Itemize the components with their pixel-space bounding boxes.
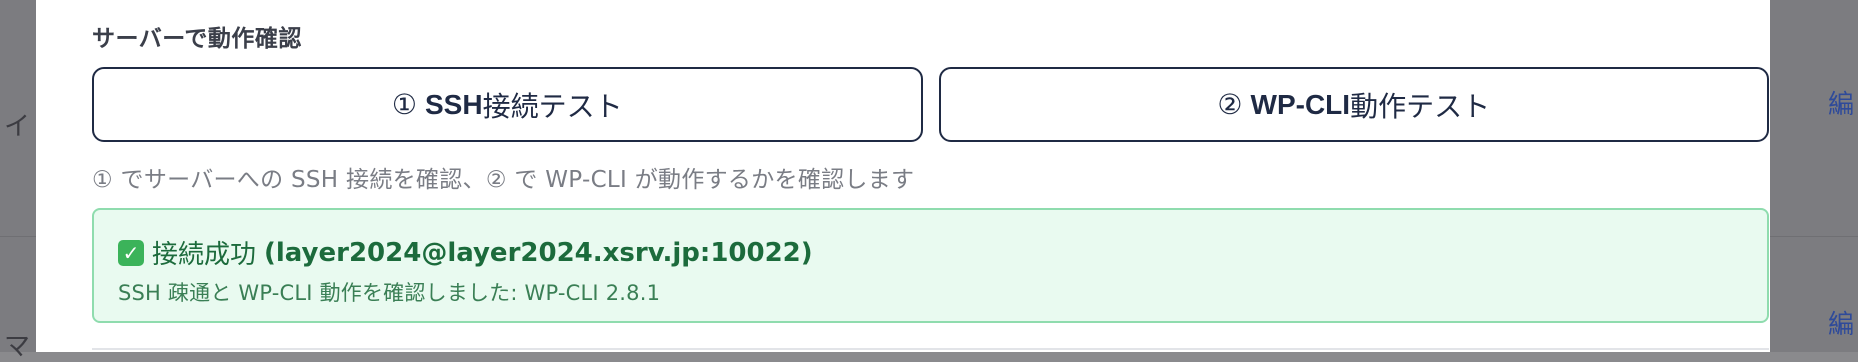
button-label-strong: WP-CLI <box>1250 88 1351 120</box>
backdrop-left-column <box>0 0 36 352</box>
test-button-row: ① SSH 接続テスト ② WP-CLI 動作テスト <box>92 67 1769 144</box>
section-divider <box>92 348 1769 350</box>
backdrop-row-label: マ <box>4 332 31 362</box>
test-result-panel: ✓ 接続成功 (layer2024@layer2024.xsrv.jp:1002… <box>92 208 1769 323</box>
connection-test-modal: サーバーで動作確認 ① SSH 接続テスト ② WP-CLI 動作テスト ① でサーバー… <box>36 0 1770 352</box>
backdrop-row-label: イ <box>4 112 31 142</box>
result-status-label: 接続成功 <box>152 240 257 270</box>
backdrop-edit-link: 編 <box>1828 310 1855 340</box>
step-number: ② <box>1217 89 1243 120</box>
backdrop-row-divider <box>1770 236 1858 237</box>
step-number: ① <box>391 89 417 120</box>
result-host: (layer2024@layer2024.xsrv.jp:10022) <box>264 237 813 268</box>
result-detail: SSH 疎通と WP-CLI 動作を確認しました: WP-CLI 2.8.1 <box>118 281 661 305</box>
button-label-rest: 接続テスト <box>482 90 623 122</box>
button-label-rest: 動作テスト <box>1350 90 1491 122</box>
check-mark-icon: ✓ <box>118 239 144 266</box>
wpcli-operation-test-button[interactable]: ② WP-CLI 動作テスト <box>938 67 1769 142</box>
section-title: サーバーで動作確認 <box>92 26 302 52</box>
backdrop-row-divider <box>0 236 36 237</box>
result-title: ✓ 接続成功 (layer2024@layer2024.xsrv.jp:1002… <box>118 234 813 271</box>
backdrop-edit-link: 編 <box>1828 90 1855 120</box>
button-label-strong: SSH <box>425 88 483 120</box>
backdrop-right-column <box>1770 0 1858 352</box>
test-hint-text: ① でサーバーへの SSH 接続を確認、② で WP-CLI が動作するかを確認… <box>92 167 915 193</box>
ssh-connection-test-button[interactable]: ① SSH 接続テスト <box>92 67 923 142</box>
